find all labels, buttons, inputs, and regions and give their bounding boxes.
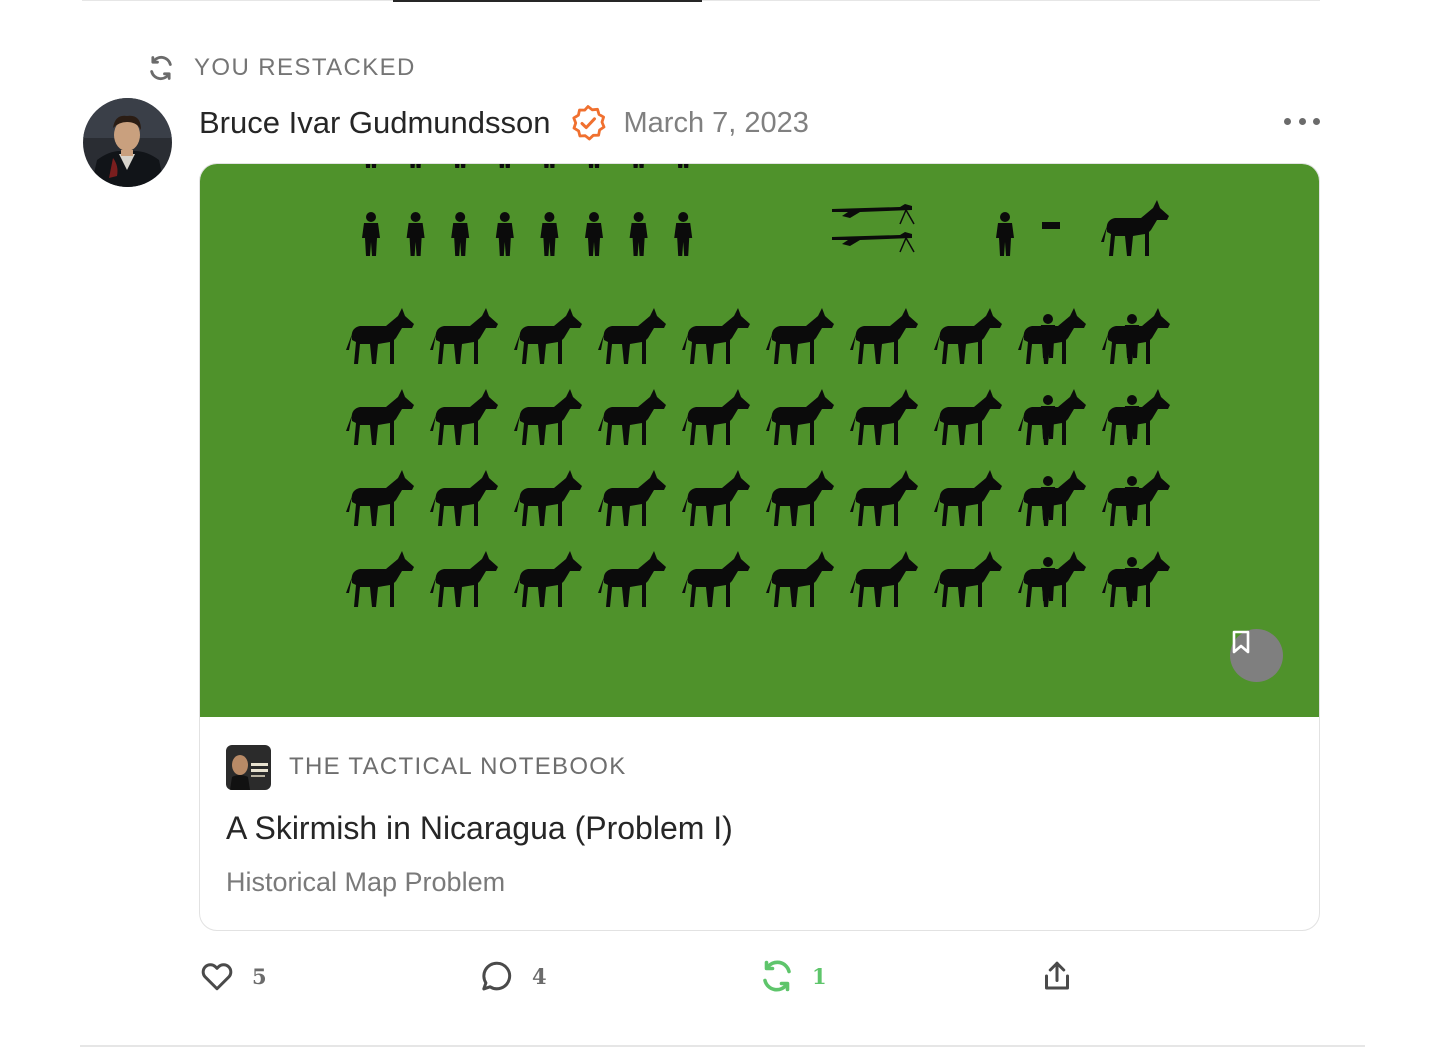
mule-silhouette [934, 308, 1002, 364]
soldier-silhouette [495, 164, 514, 168]
soldier-silhouette [362, 212, 380, 256]
verified-badge-icon [569, 104, 607, 142]
restack-icon [758, 957, 796, 995]
cover-illustration [346, 164, 1170, 607]
mule-silhouette [430, 551, 498, 607]
soldier-silhouette [674, 164, 693, 168]
mule-silhouette [430, 470, 498, 526]
mule-silhouette [346, 551, 414, 607]
post-header: Bruce Ivar Gudmundsson March 7, 2023 [199, 100, 809, 146]
publication-row: THE TACTICAL NOTEBOOK [226, 744, 627, 790]
mule-silhouette [430, 308, 498, 364]
mule-silhouette [766, 389, 834, 445]
mule-silhouette [682, 389, 750, 445]
mule-silhouette [346, 470, 414, 526]
soldier-silhouette [996, 212, 1014, 256]
soldier-silhouette [406, 212, 425, 256]
mule-silhouette [934, 389, 1002, 445]
mule-silhouette [934, 551, 1002, 607]
soldier-silhouette [629, 164, 648, 168]
restack-label: YOU RESTACKED [194, 54, 416, 81]
mule-silhouette [514, 389, 582, 445]
author-name[interactable]: Bruce Ivar Gudmundsson [199, 105, 551, 141]
more-options-button[interactable] [1284, 108, 1320, 134]
soldier-silhouette [674, 212, 693, 256]
soldier-silhouette [495, 212, 514, 256]
mule-silhouette [346, 308, 414, 364]
soldier-silhouette [540, 164, 559, 168]
soldier-silhouette [362, 164, 380, 168]
post-cover-image [200, 164, 1319, 717]
restack-icon [146, 53, 176, 83]
soldier-silhouette [540, 212, 559, 256]
post-date: March 7, 2023 [623, 106, 809, 139]
mule-silhouette [598, 308, 666, 364]
soldier-silhouette [451, 164, 470, 168]
post-subtitle: Historical Map Problem [226, 867, 506, 897]
post-title[interactable]: A Skirmish in Nicaragua (Problem I) [226, 810, 733, 847]
comment-button[interactable]: 4 [478, 956, 547, 996]
mule-silhouette [682, 470, 750, 526]
mule-silhouette [1101, 200, 1169, 256]
bottom-divider [80, 1045, 1365, 1047]
mule-silhouette [850, 308, 918, 364]
publication-logo [226, 744, 271, 790]
share-icon [1038, 957, 1076, 995]
mule-silhouette [514, 551, 582, 607]
mule-silhouette [850, 470, 918, 526]
mule-silhouette [514, 308, 582, 364]
restack-context: YOU RESTACKED [146, 52, 416, 84]
comment-count: 4 [532, 963, 547, 989]
mule-silhouette [514, 470, 582, 526]
soldier-silhouette [629, 212, 648, 256]
mule-silhouette [766, 308, 834, 364]
mule-silhouette [850, 551, 918, 607]
mule-silhouette [682, 551, 750, 607]
restack-button[interactable]: 1 [758, 956, 827, 996]
comment-icon [478, 957, 516, 995]
soldier-silhouette [585, 212, 603, 256]
mule-silhouette [850, 389, 918, 445]
active-tab-indicator [393, 0, 702, 2]
mule-silhouette [766, 470, 834, 526]
soldier-silhouette [585, 164, 603, 168]
soldier-silhouette [451, 212, 470, 256]
mule-silhouette [598, 551, 666, 607]
mule-silhouette [766, 551, 834, 607]
mule-silhouette [682, 308, 750, 364]
bookmark-icon [1232, 630, 1250, 654]
mule-silhouette [430, 389, 498, 445]
mule-silhouette [598, 470, 666, 526]
mule-silhouette [934, 470, 1002, 526]
heart-icon [198, 957, 236, 995]
publication-name[interactable]: THE TACTICAL NOTEBOOK [289, 753, 627, 781]
bookmark-button[interactable] [1230, 629, 1283, 682]
more-options-icon [1284, 117, 1291, 125]
mule-silhouette [598, 389, 666, 445]
post-card[interactable]: THE TACTICAL NOTEBOOK A Skirmish in Nica… [199, 163, 1320, 931]
restack-count: 1 [812, 963, 827, 989]
like-count: 5 [252, 963, 267, 989]
share-button[interactable] [1038, 956, 1076, 996]
soldier-silhouette [406, 164, 425, 168]
author-avatar[interactable] [83, 98, 172, 187]
mule-silhouette [346, 389, 414, 445]
like-button[interactable]: 5 [198, 956, 267, 996]
